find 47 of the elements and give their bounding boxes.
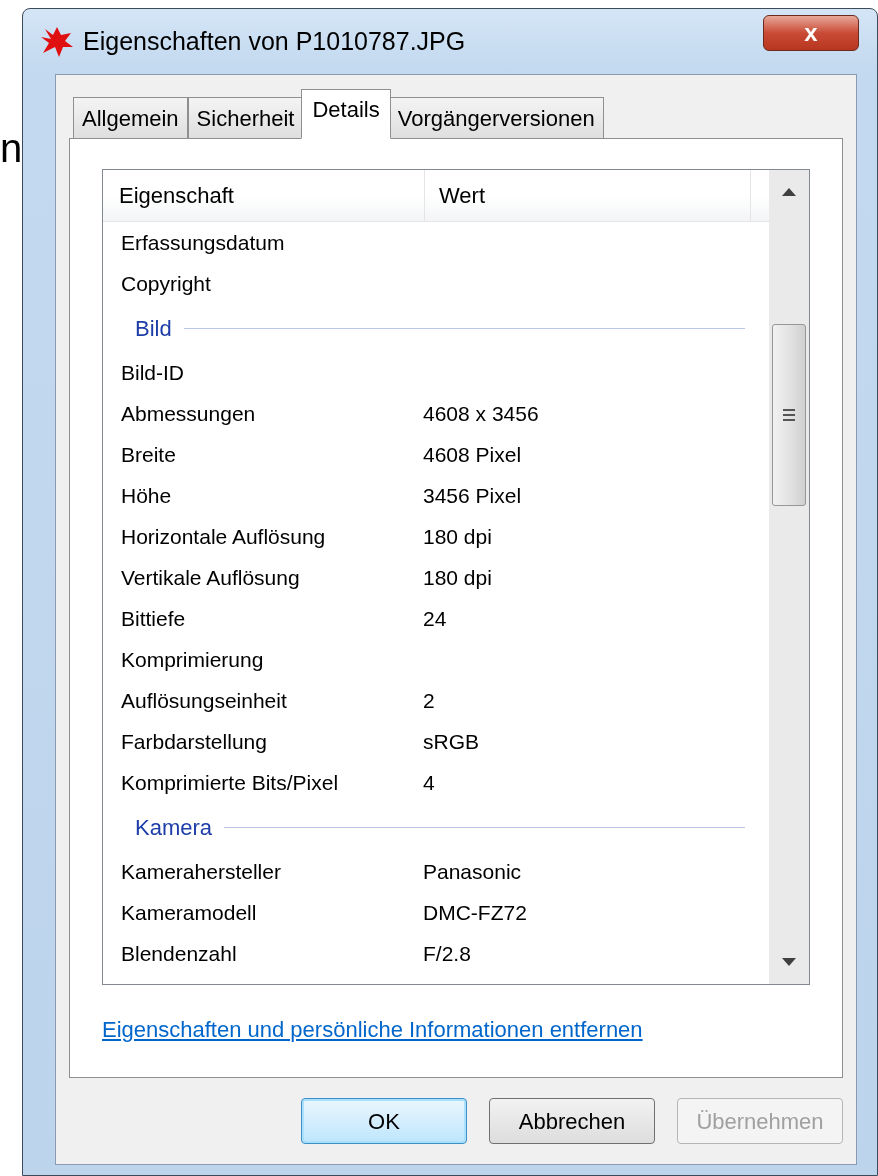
property-name: Farbdarstellung	[120, 728, 268, 755]
property-name: Bild-ID	[120, 359, 185, 386]
property-value: 4608 x 3456	[423, 400, 539, 427]
scrollbar-thumb[interactable]	[772, 324, 806, 506]
property-name: Copyright	[120, 270, 212, 297]
property-value: 24	[423, 605, 447, 632]
window-title: Eigenschaften von P1010787.JPG	[83, 25, 466, 57]
property-value: 4	[423, 769, 435, 796]
property-name: Komprimierte Bits/Pixel	[120, 769, 340, 796]
property-value: DMC-FZ72	[423, 899, 527, 926]
dialog-button[interactable]: OK	[301, 1098, 467, 1144]
property-name: Vertikale Auflösung	[120, 564, 301, 591]
tab[interactable]: Sicherheit	[187, 97, 304, 139]
remove-properties-link[interactable]: Eigenschaften und persönliche Informationen entfernen	[102, 1013, 643, 1046]
grip-icon	[782, 409, 796, 421]
property-name: Kameramodell	[120, 899, 258, 926]
column-header[interactable]: Wert	[425, 170, 751, 221]
group-heading: Kamera	[135, 813, 213, 842]
tab[interactable]: Details	[301, 89, 391, 139]
property-name: Erfassungsdatum	[120, 229, 286, 256]
tab[interactable]: Allgemein	[73, 97, 188, 139]
property-name: Kamerahersteller	[120, 858, 282, 885]
property-value: 180 dpi	[423, 564, 492, 591]
tab[interactable]: Vorgängerversionen	[388, 97, 604, 139]
property-name: Höhe	[120, 482, 173, 509]
property-value: sRGB	[423, 728, 479, 755]
column-header[interactable]: Eigenschaft	[103, 170, 425, 221]
close-button[interactable]: x	[763, 15, 859, 51]
property-name: Breite	[120, 441, 177, 468]
property-value: Panasonic	[423, 858, 522, 885]
group-heading: Bild	[135, 314, 172, 343]
property-value: 2	[423, 687, 435, 714]
property-value: 180 dpi	[423, 523, 492, 550]
property-name: Horizontale Auflösung	[120, 523, 327, 550]
scroll-up-icon[interactable]	[782, 188, 796, 196]
property-name: Komprimierung	[120, 646, 265, 673]
property-value: 4608 Pixel	[423, 441, 522, 468]
property-name: Blendenzahl	[120, 940, 238, 967]
property-name: Auflösungseinheit	[120, 687, 288, 714]
property-value: F/2.8	[423, 940, 471, 967]
vertical-scrollbar[interactable]	[769, 170, 809, 984]
property-name: Bittiefe	[120, 605, 187, 632]
scroll-down-icon[interactable]	[782, 958, 796, 966]
property-value: 3456 Pixel	[423, 482, 522, 509]
dialog-button[interactable]: Abbrechen	[489, 1098, 655, 1144]
property-name: Abmessungen	[120, 400, 257, 427]
background-letter: n	[0, 128, 23, 168]
